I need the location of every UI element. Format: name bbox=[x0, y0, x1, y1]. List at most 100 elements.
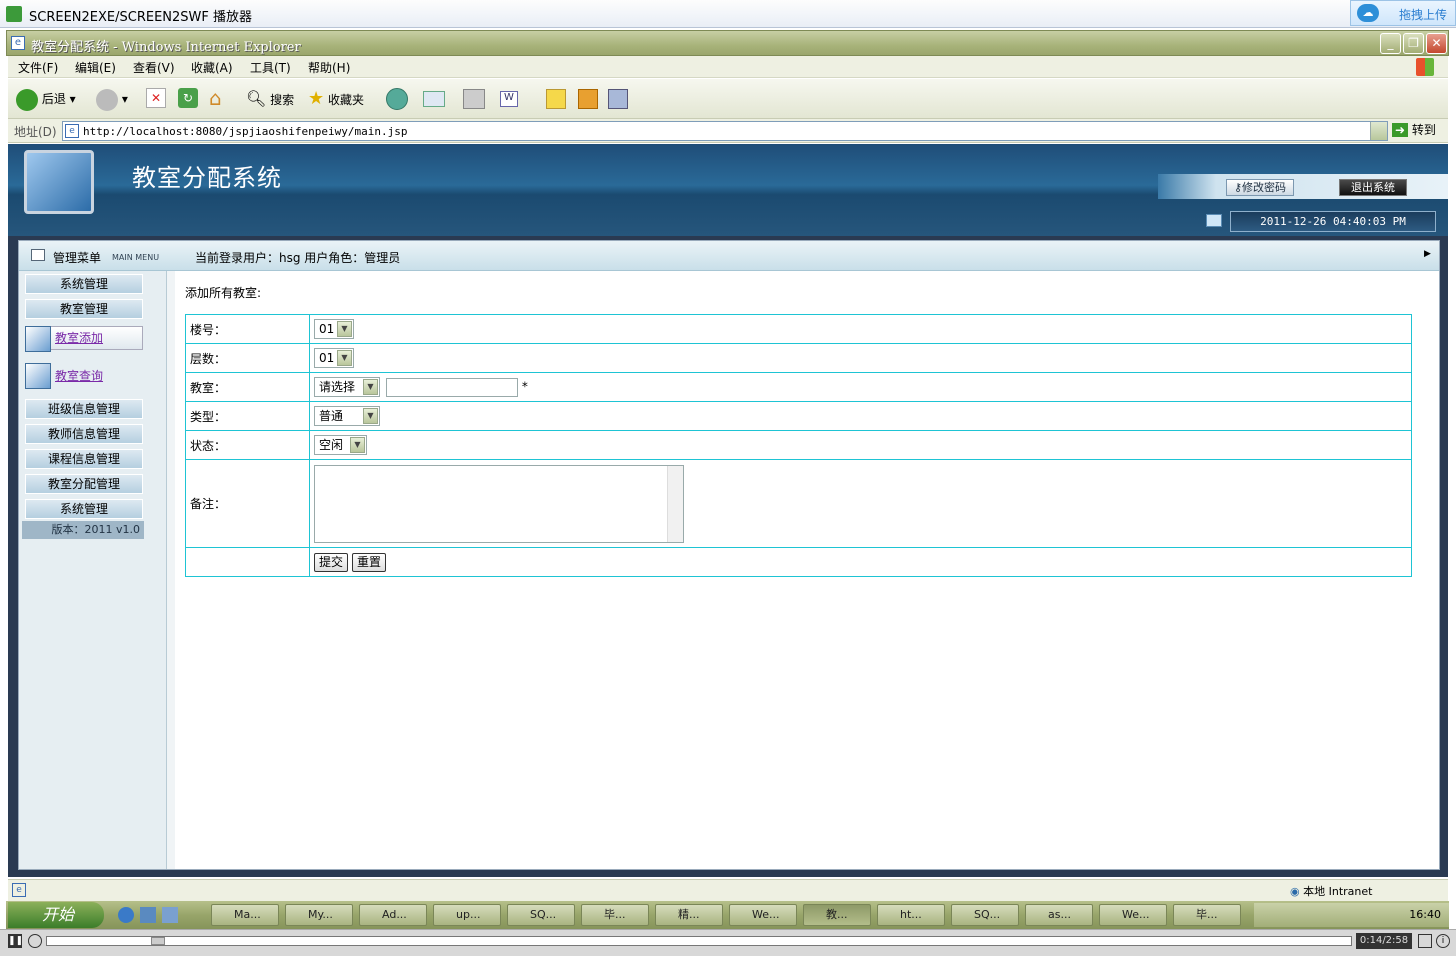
form-row: 状态： 空闲 ▼ bbox=[185, 430, 1412, 460]
menu-view[interactable]: 查看(V) bbox=[133, 59, 175, 76]
security-zone: ◉ 本地 Intranet bbox=[1290, 883, 1372, 899]
task-item[interactable]: 毕... bbox=[581, 904, 649, 926]
back-label: 后退 bbox=[41, 92, 66, 106]
sidebar-item-system[interactable]: 系统管理 bbox=[25, 274, 143, 294]
menu-help[interactable]: 帮助(H) bbox=[308, 59, 350, 76]
star-icon: ★ bbox=[308, 88, 325, 109]
quicklaunch-icon[interactable] bbox=[162, 907, 178, 923]
app-header: 教室分配系统 ⚷修改密码 退出系统 2011-12-26 04:40:03 PM bbox=[8, 144, 1448, 236]
cloud-icon: ☁ bbox=[1357, 4, 1379, 22]
clock: 16:40 bbox=[1409, 908, 1441, 921]
sidebar-link-add-classroom[interactable]: 教室添加 bbox=[55, 329, 103, 346]
messenger-icon[interactable] bbox=[608, 89, 628, 109]
print-icon[interactable] bbox=[463, 89, 485, 109]
ie-quicklaunch-icon[interactable] bbox=[118, 907, 134, 923]
fullscreen-icon[interactable] bbox=[1418, 934, 1432, 948]
stop-icon[interactable]: ✕ bbox=[146, 88, 166, 108]
pause-icon[interactable]: ❚❚ bbox=[8, 934, 23, 948]
task-item[interactable]: My... bbox=[285, 904, 353, 926]
task-item[interactable]: Ad... bbox=[359, 904, 427, 926]
change-password-button[interactable]: ⚷修改密码 bbox=[1226, 179, 1294, 196]
task-item[interactable]: up... bbox=[433, 904, 501, 926]
task-item[interactable]: 精... bbox=[655, 904, 723, 926]
main-panel: 添加所有教室: 楼号： 01 ▼ 层数： 01 ▼ 教室： 请选择 ▼ * 类型： 普… bbox=[175, 271, 1439, 869]
form-row: 提交 重置 bbox=[185, 547, 1412, 577]
mail-icon[interactable] bbox=[423, 91, 445, 107]
chevron-down-icon: ▼ bbox=[363, 408, 378, 424]
task-item[interactable]: Ma... bbox=[211, 904, 279, 926]
note-textarea[interactable] bbox=[314, 464, 684, 543]
sidebar-item-classroom[interactable]: 教室管理 bbox=[25, 299, 143, 319]
reset-button[interactable]: 重置 bbox=[352, 552, 387, 572]
start-button[interactable]: 开始 bbox=[8, 902, 104, 928]
chevron-down-icon: ▼ bbox=[337, 350, 352, 366]
stop-playback-icon[interactable] bbox=[28, 934, 42, 948]
sidebar-item-system-2[interactable]: 系统管理 bbox=[25, 499, 143, 519]
type-select[interactable]: 普通 ▼ bbox=[314, 406, 380, 426]
datetime: 2011-12-26 04:40:03 PM bbox=[1230, 211, 1436, 232]
note-icon[interactable] bbox=[546, 89, 566, 109]
monitor-logo bbox=[24, 150, 94, 214]
menu-edit[interactable]: 编辑(E) bbox=[75, 59, 116, 76]
home-icon[interactable]: ⌂ bbox=[209, 87, 231, 109]
task-item[interactable]: We... bbox=[1099, 904, 1167, 926]
logout-button[interactable]: 退出系统 bbox=[1339, 179, 1407, 196]
task-item[interactable]: SQ... bbox=[951, 904, 1019, 926]
sidebar-item-assign[interactable]: 教室分配管理 bbox=[25, 474, 143, 494]
close-button[interactable]: ✕ bbox=[1426, 33, 1447, 54]
refresh-icon[interactable]: ↻ bbox=[178, 88, 198, 108]
status-select[interactable]: 空闲 ▼ bbox=[314, 435, 367, 455]
page-status-icon: e bbox=[12, 883, 26, 897]
upload-button[interactable]: ☁ 拖拽上传 bbox=[1350, 0, 1456, 26]
player-controls: ❚❚ 0:14/2:58 i bbox=[0, 929, 1456, 956]
address-dropdown[interactable] bbox=[1370, 122, 1387, 140]
sidebar: 系统管理 教室管理 教室添加 教室查询 班级信息管理 教师信息管理 课程信息管理… bbox=[19, 271, 167, 869]
sidebar-item-course[interactable]: 课程信息管理 bbox=[25, 449, 143, 469]
menu-file[interactable]: 文件(F) bbox=[18, 59, 58, 76]
task-item-active[interactable]: 教... bbox=[803, 904, 871, 926]
windows-flag-icon bbox=[1416, 58, 1434, 76]
search-button[interactable]: 🔍︎ 搜索 bbox=[246, 87, 294, 111]
favorites-button[interactable]: ★ 收藏夹 bbox=[308, 87, 364, 111]
go-label: 转到 bbox=[1411, 123, 1436, 137]
seek-thumb[interactable] bbox=[151, 937, 165, 945]
login-info: 当前登录用户：hsg 用户角色：管理员 bbox=[195, 251, 401, 265]
minimize-button[interactable]: _ bbox=[1380, 33, 1401, 54]
task-item[interactable]: as... bbox=[1025, 904, 1093, 926]
chevron-down-icon: ▼ bbox=[337, 321, 352, 337]
maximize-button[interactable]: ❐ bbox=[1403, 33, 1424, 54]
sidebar-item-teacher[interactable]: 教师信息管理 bbox=[25, 424, 143, 444]
menu-favorites[interactable]: 收藏(A) bbox=[191, 59, 233, 76]
sidebar-link-query-classroom[interactable]: 教室查询 bbox=[55, 367, 103, 384]
menu-tools[interactable]: 工具(T) bbox=[250, 59, 291, 76]
task-item[interactable]: 毕... bbox=[1173, 904, 1241, 926]
word-icon[interactable]: W bbox=[500, 91, 518, 107]
floor-select[interactable]: 01 ▼ bbox=[314, 348, 354, 368]
task-item[interactable]: ht... bbox=[877, 904, 945, 926]
go-button[interactable]: ➜ 转到 bbox=[1392, 121, 1436, 138]
toolbar: 后退 ▾ ▾ ✕ ↻ ⌂ 🔍︎ 搜索 ★ 收藏夹 W bbox=[8, 79, 1448, 119]
menu-title: 管理菜单 bbox=[53, 251, 102, 265]
back-button[interactable]: 后退 ▾ bbox=[16, 87, 76, 111]
system-tray: 16:40 bbox=[1254, 903, 1449, 927]
task-item[interactable]: We... bbox=[729, 904, 797, 926]
collapse-arrow-icon[interactable]: ▶ bbox=[1424, 249, 1431, 259]
room-input[interactable] bbox=[386, 377, 518, 397]
address-input[interactable]: e http://localhost:8080/jspjiaoshifenpei… bbox=[62, 121, 1388, 141]
web-page: 教室分配系统 ⚷修改密码 退出系统 2011-12-26 04:40:03 PM… bbox=[8, 144, 1448, 877]
building-select[interactable]: 01 ▼ bbox=[314, 319, 354, 339]
sidebar-item-class[interactable]: 班级信息管理 bbox=[25, 399, 143, 419]
scrollbar[interactable] bbox=[667, 465, 683, 542]
info-icon[interactable]: i bbox=[1436, 934, 1450, 948]
quicklaunch-icon[interactable] bbox=[140, 907, 156, 923]
forward-button[interactable]: ▾ bbox=[96, 87, 128, 111]
task-item[interactable]: SQ... bbox=[507, 904, 575, 926]
seek-slider[interactable] bbox=[46, 936, 1352, 946]
type-label: 类型： bbox=[185, 401, 310, 431]
room-select[interactable]: 请选择 ▼ bbox=[314, 377, 380, 397]
page-icon: e bbox=[65, 124, 79, 138]
research-icon[interactable] bbox=[578, 89, 598, 109]
user-icon bbox=[25, 326, 51, 352]
submit-button[interactable]: 提交 bbox=[314, 552, 349, 572]
history-icon[interactable] bbox=[386, 88, 408, 110]
